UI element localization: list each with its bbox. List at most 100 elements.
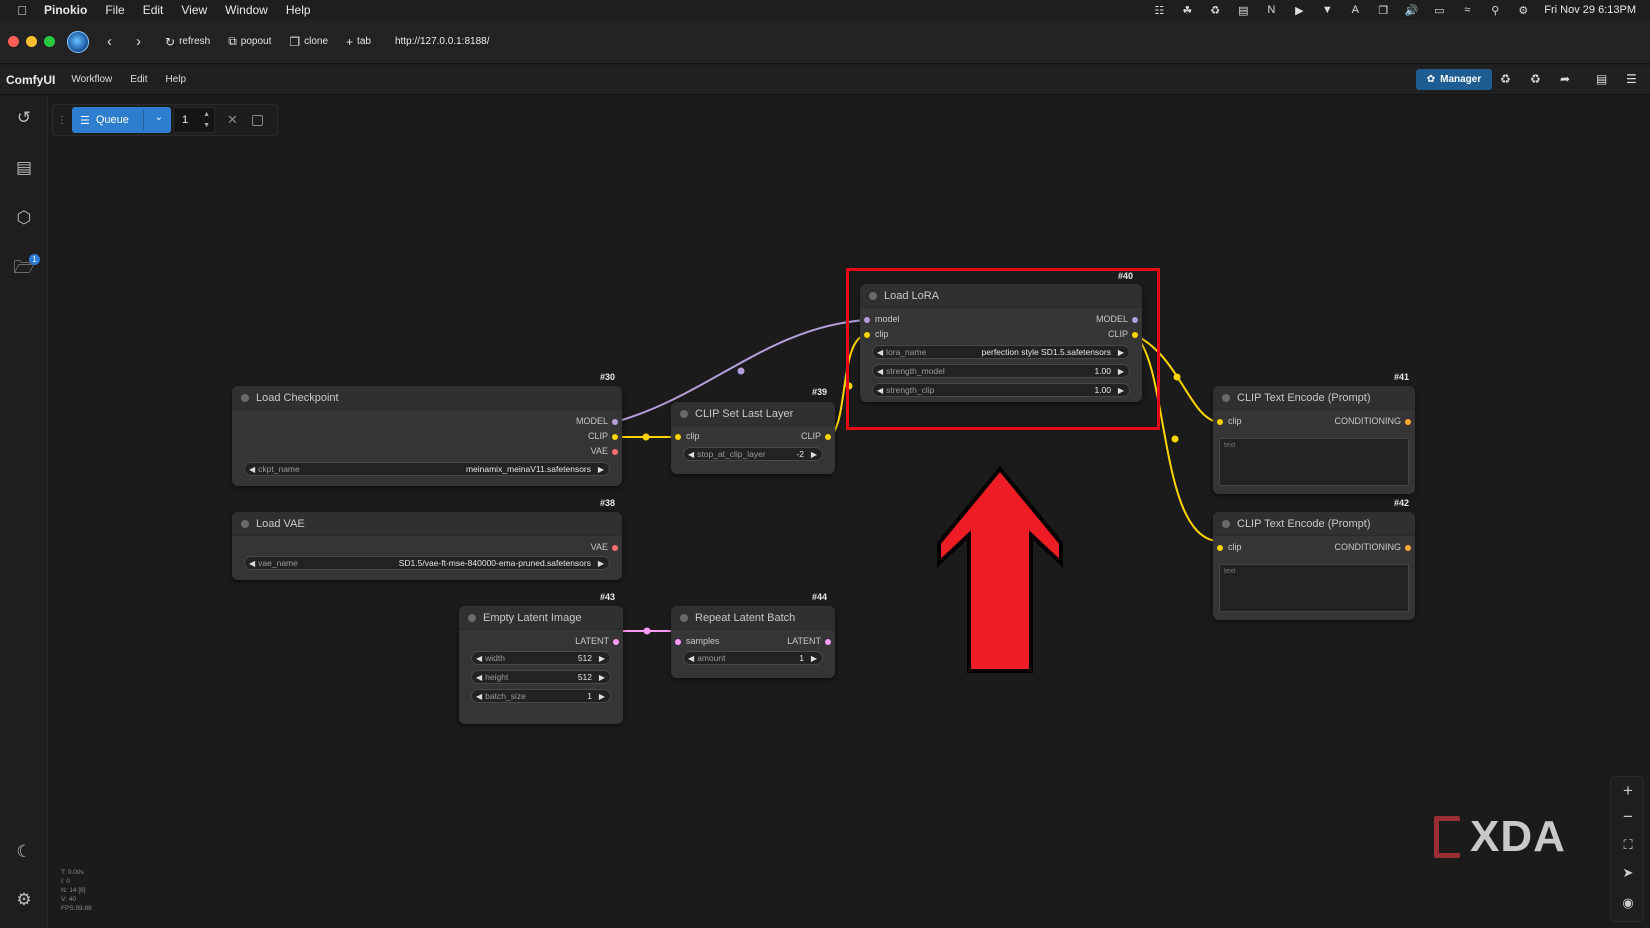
- fit-view-icon[interactable]: ⛶: [1611, 837, 1645, 853]
- output-latent-pin[interactable]: [613, 639, 619, 645]
- node-title-bar[interactable]: CLIP Text Encode (Prompt): [1213, 512, 1415, 536]
- prompt-text-area[interactable]: text: [1219, 438, 1409, 486]
- left-arrow-icon[interactable]: ◀: [688, 450, 694, 459]
- forward-icon[interactable]: ›: [136, 33, 141, 50]
- manager-button[interactable]: ✿ Manager: [1416, 69, 1492, 90]
- close-window-button[interactable]: [8, 36, 19, 47]
- chevron-down-icon[interactable]: ⌄: [155, 112, 163, 123]
- node-title-bar[interactable]: CLIP Set Last Layer: [671, 402, 835, 426]
- collapse-dot-icon[interactable]: [1222, 393, 1230, 402]
- node-title-bar[interactable]: Repeat Latent Batch: [671, 606, 835, 630]
- visibility-eye-icon[interactable]: ◉: [1611, 895, 1645, 911]
- collapse-dot-icon[interactable]: [680, 613, 688, 622]
- stop-at-clip-layer-widget[interactable]: ◀ stop_at_clip_layer -2 ▶: [683, 447, 823, 461]
- output-model-pin[interactable]: [612, 419, 618, 425]
- menu-comfy-help[interactable]: Help: [166, 74, 187, 85]
- new-tab-button[interactable]: + tab: [346, 35, 371, 49]
- status-icon-2[interactable]: ☘: [1180, 4, 1194, 17]
- queue-list-icon[interactable]: ▤: [12, 156, 36, 180]
- input-clip-pin[interactable]: [675, 434, 681, 440]
- model-library-icon[interactable]: ⬡: [12, 206, 36, 230]
- ckpt-name-widget[interactable]: ◀ ckpt_name meinamix_meinaV11.safetensors…: [244, 462, 610, 476]
- node-empty-latent-image[interactable]: Empty Latent Image LATENT ◀ width 512 ▶ ◀ h…: [459, 606, 623, 724]
- shield-icon[interactable]: ▼: [1320, 4, 1334, 16]
- settings-gear-icon[interactable]: ⚙: [12, 888, 36, 912]
- search-icon[interactable]: ⚲: [1488, 4, 1502, 17]
- collapse-dot-icon[interactable]: [241, 519, 249, 528]
- output-clip-pin[interactable]: [825, 434, 831, 440]
- input-clip-pin[interactable]: [1217, 545, 1223, 551]
- output-conditioning-pin[interactable]: [1405, 419, 1411, 425]
- windows-icon[interactable]: ❐: [1376, 4, 1390, 17]
- collapse-dot-icon[interactable]: [1222, 519, 1230, 528]
- menu-datetime[interactable]: Fri Nov 29 6:13PM: [1544, 4, 1636, 16]
- node-title-bar[interactable]: CLIP Text Encode (Prompt): [1213, 386, 1415, 410]
- pinokio-logo-icon[interactable]: [67, 30, 89, 53]
- right-arrow-icon[interactable]: ▶: [598, 559, 604, 568]
- node-clip-text-encode-1[interactable]: CLIP Text Encode (Prompt) clip CONDITION…: [1213, 386, 1415, 494]
- popout-button[interactable]: ⧉ popout: [228, 34, 271, 49]
- play-icon[interactable]: ▶: [1292, 4, 1306, 17]
- output-vae-pin[interactable]: [612, 449, 618, 455]
- status-icon-3[interactable]: ♻: [1208, 4, 1222, 17]
- panel-toggle-icon[interactable]: ▤: [1596, 72, 1607, 86]
- node-title-bar[interactable]: Load Checkpoint: [232, 386, 622, 410]
- collapse-dot-icon[interactable]: [680, 409, 688, 418]
- hamburger-menu-icon[interactable]: ☰: [1626, 72, 1637, 86]
- refresh-button[interactable]: ↻ refresh: [165, 35, 210, 49]
- status-icon-4[interactable]: ▤: [1236, 4, 1250, 17]
- collapse-dot-icon[interactable]: [241, 393, 249, 402]
- status-icon-a[interactable]: A: [1348, 4, 1362, 16]
- amount-widget[interactable]: ◀ amount 1 ▶: [683, 651, 823, 665]
- width-widget[interactable]: ◀ width 512 ▶: [471, 651, 611, 665]
- wifi-icon[interactable]: ≈: [1460, 4, 1474, 16]
- queue-button[interactable]: ☰ Queue ⌄: [72, 107, 171, 133]
- height-widget[interactable]: ◀ height 512 ▶: [471, 670, 611, 684]
- menu-edit[interactable]: Edit: [143, 3, 164, 17]
- right-arrow-icon[interactable]: ▶: [599, 692, 605, 701]
- stop-icon[interactable]: [251, 114, 263, 126]
- node-load-vae[interactable]: Load VAE VAE ◀ vae_name SD1.5/vae-ft-mse-…: [232, 512, 622, 580]
- menu-app-name[interactable]: Pinokio: [44, 3, 87, 17]
- minimize-window-button[interactable]: [26, 36, 37, 47]
- input-samples-pin[interactable]: [675, 639, 681, 645]
- apple-icon[interactable]: : [0, 3, 44, 18]
- output-conditioning-pin[interactable]: [1405, 545, 1411, 551]
- zoom-out-icon[interactable]: −: [1611, 807, 1645, 827]
- stepper-icon[interactable]: ▲ ▼: [203, 109, 210, 131]
- output-clip-pin[interactable]: [612, 434, 618, 440]
- left-arrow-icon[interactable]: ◀: [249, 559, 255, 568]
- right-arrow-icon[interactable]: ▶: [811, 450, 817, 459]
- menu-file[interactable]: File: [105, 3, 124, 17]
- notion-icon[interactable]: N: [1264, 4, 1278, 16]
- model-share-icon-2[interactable]: ♻: [1530, 72, 1541, 86]
- vae-name-widget[interactable]: ◀ vae_name SD1.5/vae-ft-mse-840000-ema-pr…: [244, 556, 610, 570]
- select-mode-icon[interactable]: ➤: [1611, 865, 1645, 881]
- model-share-icon[interactable]: ♻: [1500, 72, 1511, 86]
- status-icon-1[interactable]: ☷: [1152, 4, 1166, 17]
- collapse-dot-icon[interactable]: [468, 613, 476, 622]
- node-load-checkpoint[interactable]: Load Checkpoint MODEL CLIP VAE ◀ ckpt_nam…: [232, 386, 622, 486]
- node-title-bar[interactable]: Empty Latent Image: [459, 606, 623, 630]
- menu-workflow[interactable]: Workflow: [71, 74, 112, 85]
- right-arrow-icon[interactable]: ▶: [599, 654, 605, 663]
- node-clip-text-encode-2[interactable]: CLIP Text Encode (Prompt) clip CONDITION…: [1213, 512, 1415, 620]
- left-arrow-icon[interactable]: ◀: [476, 692, 482, 701]
- control-center-icon[interactable]: ⚙: [1516, 4, 1530, 17]
- theme-moon-icon[interactable]: ☾: [12, 840, 36, 864]
- back-icon[interactable]: ‹: [107, 33, 112, 50]
- history-icon[interactable]: ↺: [12, 106, 36, 130]
- battery-icon[interactable]: ▭: [1432, 4, 1446, 17]
- drag-handle-icon[interactable]: ⋮: [57, 115, 67, 126]
- output-vae-pin[interactable]: [612, 545, 618, 551]
- batch-count-input[interactable]: 1 ▲ ▼: [173, 107, 215, 133]
- input-clip-pin[interactable]: [1217, 419, 1223, 425]
- menu-comfy-edit[interactable]: Edit: [130, 74, 147, 85]
- share-icon[interactable]: ➦: [1560, 72, 1570, 86]
- batch-size-widget[interactable]: ◀ batch_size 1 ▶: [471, 689, 611, 703]
- left-arrow-icon[interactable]: ◀: [688, 654, 694, 663]
- left-arrow-icon[interactable]: ◀: [249, 465, 255, 474]
- volume-icon[interactable]: 🔊: [1404, 4, 1418, 17]
- menu-window[interactable]: Window: [225, 3, 268, 17]
- zoom-window-button[interactable]: [44, 36, 55, 47]
